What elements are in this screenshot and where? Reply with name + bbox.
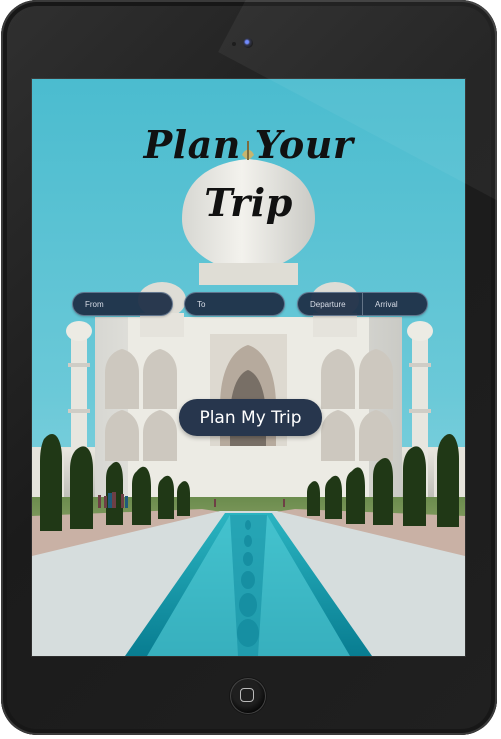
from-field[interactable]: From <box>72 292 173 316</box>
from-placeholder: From <box>85 300 104 309</box>
plan-my-trip-button[interactable]: Plan My Trip <box>179 399 322 436</box>
departure-field[interactable]: Departure <box>298 293 362 315</box>
home-button-icon[interactable] <box>230 678 266 714</box>
page-title: Plan Your Trip <box>32 116 465 232</box>
arrival-field[interactable]: Arrival <box>362 293 427 315</box>
page-title-line-1: Plan Your <box>143 122 354 167</box>
page-title-line-2: Trip <box>204 180 293 225</box>
to-placeholder: To <box>197 300 206 309</box>
trip-search-bar: From To Departure Arrival <box>72 292 428 318</box>
tablet-frame: Plan Your Trip From To Departure Arrival… <box>1 0 497 735</box>
front-sensor-icon <box>232 42 236 46</box>
date-range-field[interactable]: Departure Arrival <box>297 292 428 316</box>
camera-icon <box>243 38 253 48</box>
app-screen: Plan Your Trip From To Departure Arrival… <box>32 79 465 656</box>
to-field[interactable]: To <box>184 292 285 316</box>
home-square-icon <box>240 688 254 702</box>
